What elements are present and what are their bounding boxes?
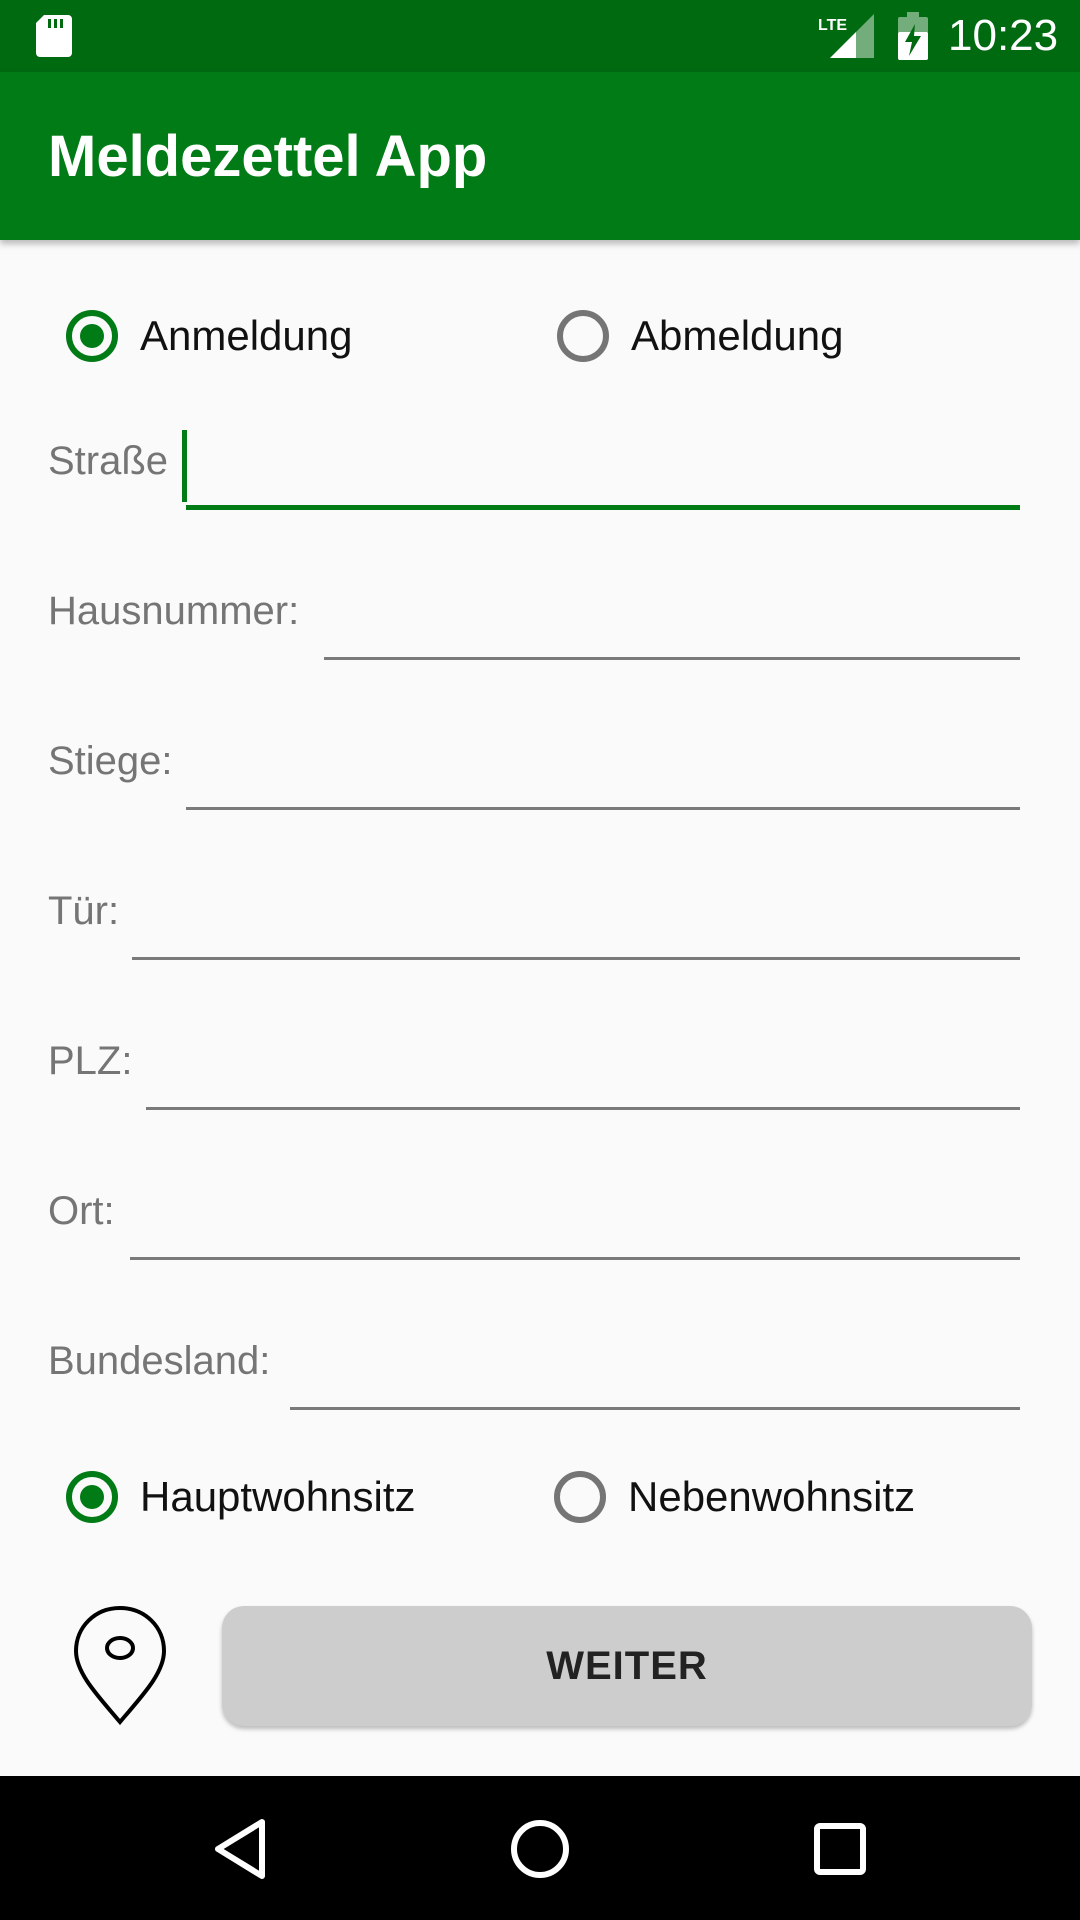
stiege-input[interactable]	[186, 734, 1020, 810]
radio-hauptwohnsitz[interactable]: Hauptwohnsitz	[66, 1461, 415, 1533]
map-pin-icon[interactable]	[70, 1604, 170, 1728]
field-row-strasse: Straße	[48, 420, 1020, 510]
field-label: Ort:	[48, 1189, 115, 1233]
app-bar: Meldezettel App	[0, 72, 1080, 240]
field-row-ort: Ort:	[48, 1170, 1020, 1260]
field-row-stiege: Stiege:	[48, 720, 1020, 810]
app-title: Meldezettel App	[48, 124, 488, 189]
text-cursor	[182, 430, 187, 502]
field-row-bundesland: Bundesland:	[48, 1320, 1020, 1410]
status-bar: LTE 10:23	[0, 0, 1080, 72]
battery-charging-icon	[898, 12, 928, 60]
clock: 10:23	[948, 11, 1059, 60]
field-row-plz: PLZ:	[48, 1020, 1020, 1110]
field-label: Bundesland:	[48, 1339, 271, 1383]
radio-checked-icon	[66, 1471, 118, 1523]
field-label: Straße	[48, 439, 169, 483]
home-icon[interactable]	[505, 1814, 575, 1884]
hausnummer-input[interactable]	[324, 584, 1020, 660]
radio-unchecked-icon	[557, 310, 609, 362]
radio-unchecked-icon	[554, 1471, 606, 1523]
lte-signal-icon: LTE	[818, 14, 874, 58]
svg-text:LTE: LTE	[818, 17, 847, 34]
radio-anmeldung[interactable]: Anmeldung	[66, 300, 352, 372]
radio-label: Abmeldung	[631, 312, 844, 359]
weiter-button[interactable]: WEITER	[222, 1606, 1032, 1726]
radio-checked-icon	[66, 310, 118, 362]
plz-input[interactable]	[146, 1034, 1020, 1110]
tuer-input[interactable]	[132, 884, 1020, 960]
radio-nebenwohnsitz[interactable]: Nebenwohnsitz	[554, 1461, 915, 1533]
field-label: Hausnummer:	[48, 589, 300, 633]
radio-label: Nebenwohnsitz	[628, 1473, 916, 1520]
bundesland-input[interactable]	[290, 1334, 1020, 1410]
field-label: Tür:	[48, 889, 120, 933]
field-label: PLZ:	[48, 1039, 133, 1083]
navigation-bar	[0, 1776, 1080, 1920]
field-label: Stiege:	[48, 739, 173, 783]
ort-input[interactable]	[130, 1184, 1020, 1260]
back-icon[interactable]	[206, 1814, 276, 1884]
recents-icon[interactable]	[805, 1814, 875, 1884]
field-row-hausnummer: Hausnummer:	[48, 570, 1020, 660]
radio-label: Anmeldung	[140, 312, 353, 359]
sd-card-icon	[36, 15, 72, 57]
radio-abmeldung[interactable]: Abmeldung	[557, 300, 843, 372]
radio-label: Hauptwohnsitz	[140, 1473, 416, 1520]
strasse-input[interactable]	[186, 434, 1020, 510]
field-row-tuer: Tür:	[48, 870, 1020, 960]
